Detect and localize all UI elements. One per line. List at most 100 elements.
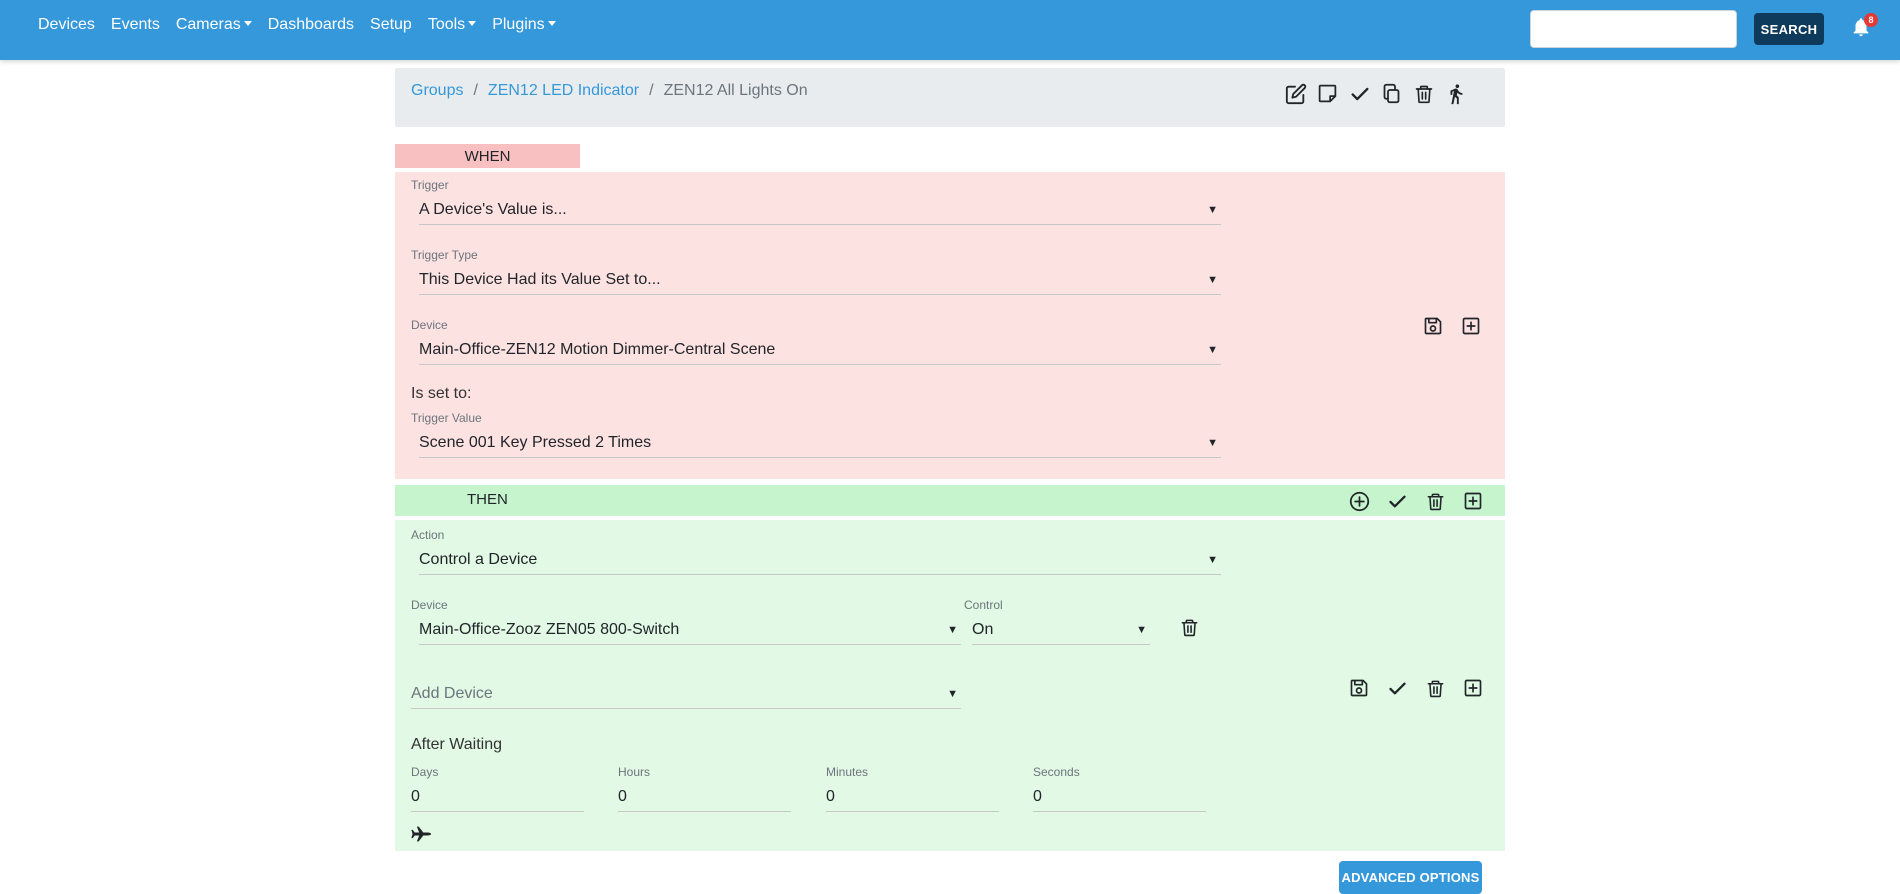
trigger-field: Trigger A Device's Value is... ▼ [411,178,1221,225]
days-label: Days [411,765,439,779]
notification-count-badge: 8 [1864,13,1878,27]
is-set-to-text: Is set to: [411,385,472,402]
control-select[interactable]: On ▼ [972,616,1150,645]
advanced-options-button[interactable]: ADVANCED OPTIONS [1339,861,1482,894]
nav-tools-label: Tools [427,16,466,33]
action-select[interactable]: Control a Device ▼ [419,546,1221,575]
seconds-input[interactable]: 0 [1033,783,1206,812]
then-device-label: Device [411,598,448,612]
run-icon[interactable] [1444,82,1467,105]
add-circle-icon[interactable] [1348,490,1370,512]
then-side-actions [1348,677,1484,699]
hours-value: 0 [618,788,627,805]
when-section-tab: WHEN [395,144,580,168]
search-input[interactable] [1530,10,1737,48]
wait-minutes-field: Minutes 0 [826,765,999,812]
note-icon[interactable] [1316,82,1339,105]
dropdown-arrow-icon: ▼ [947,624,958,636]
nav-dashboards[interactable]: Dashboards [260,16,362,34]
dropdown-arrow-icon: ▼ [947,688,958,700]
airplane-icon[interactable] [409,823,433,845]
nav-plugins[interactable]: Plugins [484,16,563,34]
wait-seconds-field: Seconds 0 [1033,765,1206,812]
minutes-label: Minutes [826,765,869,779]
event-toolbar [1284,82,1467,105]
trash-icon[interactable] [1412,82,1435,105]
remove-device-trash-icon[interactable] [1178,616,1200,638]
edit-icon[interactable] [1284,82,1307,105]
nav-menu: Devices Events Cameras Dashboards Setup … [30,0,564,50]
dropdown-arrow-icon: ▼ [1207,437,1218,449]
save-icon[interactable] [1422,315,1444,337]
nav-dashboards-label: Dashboards [267,16,355,33]
trigger-label: Trigger [411,178,449,192]
breadcrumb-separator: / [473,82,478,99]
trash-icon[interactable] [1424,490,1446,512]
days-value: 0 [411,788,420,805]
caret-down-icon [243,21,252,26]
dropdown-arrow-icon: ▼ [1207,274,1218,286]
hours-input[interactable]: 0 [618,783,791,812]
days-input[interactable]: 0 [411,783,584,812]
nav-plugins-label: Plugins [492,16,545,33]
wait-hours-field: Hours 0 [618,765,791,812]
nav-devices[interactable]: Devices [30,16,103,34]
search-button[interactable]: SEARCH [1754,13,1824,45]
top-navbar: Devices Events Cameras Dashboards Setup … [0,0,1900,60]
when-device-label: Device [411,318,448,332]
add-box-icon[interactable] [1462,677,1484,699]
trigger-type-value: This Device Had its Value Set to... [419,271,661,288]
breadcrumb-bar: Groups / ZEN12 LED Indicator / ZEN12 All… [395,68,1505,127]
dropdown-arrow-icon: ▼ [1136,624,1147,636]
nav-events[interactable]: Events [103,16,168,34]
nav-setup[interactable]: Setup [362,16,420,34]
seconds-value: 0 [1033,788,1042,805]
when-panel: Trigger A Device's Value is... ▼ Trigger … [395,172,1505,479]
when-side-actions [1422,315,1482,337]
save-icon[interactable] [1348,677,1370,699]
breadcrumb-groups-link[interactable]: Groups [411,82,463,100]
add-device-field: Add Device ▼ [411,676,961,709]
trigger-value-label: Trigger Value [411,411,482,425]
nav-cameras-label: Cameras [175,16,241,33]
add-device-placeholder: Add Device [411,685,493,702]
minutes-input[interactable]: 0 [826,783,999,812]
action-value: Control a Device [419,551,538,568]
breadcrumb-current: ZEN12 All Lights On [663,82,808,99]
trigger-value-field: Trigger Value Scene 001 Key Pressed 2 Ti… [411,411,1221,458]
trash-icon[interactable] [1424,677,1446,699]
minutes-value: 0 [826,788,835,805]
trigger-select[interactable]: A Device's Value is... ▼ [419,196,1221,225]
add-box-icon[interactable] [1462,490,1484,512]
caret-down-icon [468,21,477,26]
breadcrumb-group-link[interactable]: ZEN12 LED Indicator [488,82,639,100]
nav-events-label: Events [110,16,160,33]
dropdown-arrow-icon: ▼ [1207,204,1218,216]
nav-tools[interactable]: Tools [420,16,484,34]
action-label: Action [411,528,445,542]
add-device-select[interactable]: Add Device ▼ [411,680,961,709]
then-bar-actions [1348,490,1484,512]
add-box-icon[interactable] [1460,315,1482,337]
seconds-label: Seconds [1033,765,1080,779]
nav-setup-label: Setup [370,16,412,33]
control-value: On [972,621,994,638]
check-icon[interactable] [1386,677,1408,699]
then-device-select[interactable]: Main-Office-Zooz ZEN05 800-Switch ▼ [419,616,961,645]
trigger-value-select[interactable]: Scene 001 Key Pressed 2 Times ▼ [419,429,1221,458]
caret-down-icon [547,21,556,26]
check-icon[interactable] [1348,82,1371,105]
when-device-select[interactable]: Main-Office-ZEN12 Motion Dimmer-Central … [419,336,1221,365]
dropdown-arrow-icon: ▼ [1207,344,1218,356]
then-panel: Action Control a Device ▼ Device Main-Off… [395,520,1505,851]
after-waiting-text: After Waiting [411,736,502,753]
then-device-field: Device Main-Office-Zooz ZEN05 800-Switch… [411,598,961,645]
control-label: Control [964,598,1003,612]
trigger-type-select[interactable]: This Device Had its Value Set to... ▼ [419,266,1221,295]
trigger-type-label: Trigger Type [411,248,478,262]
then-label: THEN [467,491,508,508]
check-icon[interactable] [1386,490,1408,512]
then-device-value: Main-Office-Zooz ZEN05 800-Switch [419,621,680,638]
nav-cameras[interactable]: Cameras [168,16,260,34]
copy-icon[interactable] [1380,82,1403,105]
